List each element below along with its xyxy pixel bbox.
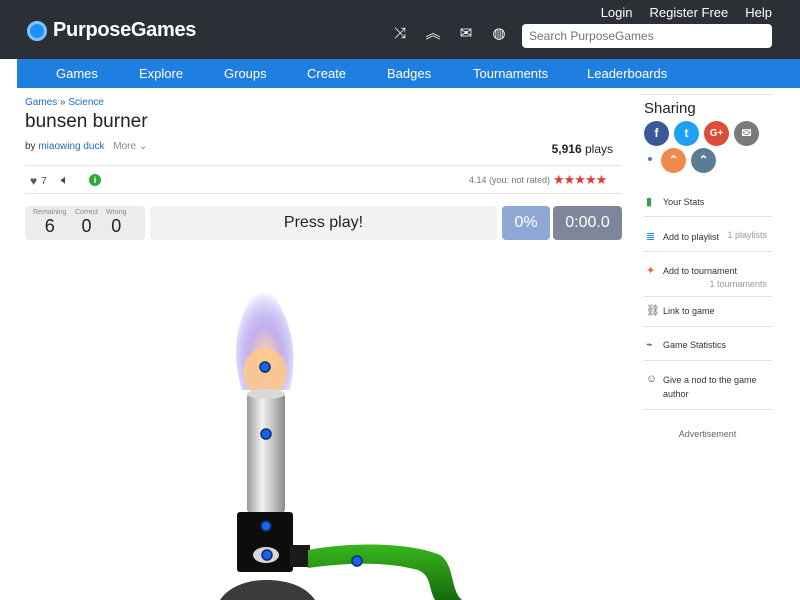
sidebar-item-your-stats[interactable]: ▮ Your Stats: [643, 195, 772, 217]
nav-tournaments[interactable]: Tournaments: [473, 66, 548, 81]
register-link[interactable]: Register Free: [650, 5, 729, 20]
chevron-down-icon: ⌄: [138, 141, 148, 152]
search-input[interactable]: [522, 24, 772, 48]
playlist-count: 1 playlists: [727, 230, 767, 240]
email-share-icon[interactable]: ✉: [734, 121, 759, 146]
heart-icon: ♥: [30, 174, 38, 188]
header-icons: ⤨ ︽ ✉ ◍: [392, 26, 507, 42]
shuffle-icon[interactable]: ⤨: [392, 26, 408, 42]
rating-text: 4.14 (you: not rated): [469, 175, 551, 185]
sidebar-item-give-nod[interactable]: ☺ Give a nod to the game author: [643, 373, 772, 410]
byline: by miaowing duck More ⌄: [25, 141, 147, 152]
facebook-share-icon[interactable]: f: [644, 121, 669, 146]
playlist-icon: ≣: [646, 231, 656, 243]
tube-top: [247, 389, 285, 399]
sidebar-item-label: Add to playlist: [663, 232, 720, 242]
embed-share-icon[interactable]: ⌃: [661, 148, 686, 173]
sidebar-item-game-statistics[interactable]: ⌁ Game Statistics: [643, 338, 772, 361]
rubber-hose: [308, 544, 462, 600]
globe-icon[interactable]: ◍: [491, 26, 507, 42]
divider: [25, 193, 622, 194]
purpose-share-icon[interactable]: ⌃: [691, 148, 716, 173]
correct-value: 0: [81, 216, 92, 236]
main-nav: Games Explore Groups Create Badges Tourn…: [17, 59, 800, 88]
label-pin-collar[interactable]: [260, 520, 272, 532]
breadcrumb-science[interactable]: Science: [68, 97, 104, 108]
remaining-value: 6: [44, 216, 55, 236]
twitter-share-icon[interactable]: t: [674, 121, 699, 146]
sharing-title: Sharing: [644, 100, 696, 117]
burner-tube: [247, 393, 285, 513]
tournament-icon: ✦: [646, 265, 656, 277]
like-button[interactable]: ♥ 7: [30, 174, 47, 188]
plays-number: 5,916: [551, 142, 582, 156]
by-label: by: [25, 141, 36, 152]
top-bar: PurposeGames ⤨ ︽ ✉ ◍ Login Register Free…: [0, 0, 800, 59]
plays-label: plays: [584, 142, 613, 156]
tournament-count: 1 tournaments: [709, 279, 767, 289]
mail-icon[interactable]: ✉: [458, 26, 474, 42]
author-link[interactable]: miaowing duck: [38, 141, 104, 152]
account-links: Login Register Free Help: [601, 5, 772, 20]
label-pin-air-hole[interactable]: [261, 549, 273, 561]
chevrons-up-icon[interactable]: ︽: [425, 26, 441, 42]
burner-base: [220, 580, 315, 600]
label-pin-hose[interactable]: [351, 555, 363, 567]
nav-badges[interactable]: Badges: [387, 66, 431, 81]
sidebar-item-label: Your Stats: [663, 197, 705, 207]
sidebar-divider: [640, 94, 772, 95]
info-icon[interactable]: i: [89, 174, 101, 186]
label-pin-tube[interactable]: [260, 428, 272, 440]
site-logo[interactable]: PurposeGames: [27, 19, 196, 42]
timer-display: 0:00.0: [553, 206, 622, 240]
sidebar-item-link-to-game[interactable]: ⛓ Link to game: [643, 304, 772, 327]
sidebar-item-add-playlist[interactable]: ≣ Add to playlist 1 playlists: [643, 230, 772, 252]
nav-games[interactable]: Games: [56, 66, 98, 81]
divider: [25, 165, 622, 166]
logo-dot-icon: [27, 20, 47, 41]
plays-count: 5,916 plays: [552, 142, 613, 156]
sidebar-item-label: Link to game: [663, 306, 715, 316]
sidebar-item-add-tournament[interactable]: ✦ Add to tournament 1 tournaments: [643, 264, 772, 297]
nav-groups[interactable]: Groups: [224, 66, 267, 81]
gas-inlet: [290, 545, 310, 567]
game-canvas[interactable]: [150, 250, 620, 600]
wrong-value: 0: [111, 216, 122, 236]
bar-chart-icon: ▮: [646, 196, 653, 208]
help-link[interactable]: Help: [745, 5, 772, 20]
rating-stars[interactable]: ★★★★★: [553, 172, 607, 188]
remaining-stat: Remaining 6: [33, 209, 66, 237]
login-link[interactable]: Login: [601, 5, 633, 20]
sidebar-item-label: Game Statistics: [663, 340, 727, 350]
correct-stat: Correct 0: [75, 209, 98, 237]
speaker-icon[interactable]: 🔈︎: [61, 172, 69, 188]
percent-display: 0%: [502, 206, 550, 240]
press-play-button[interactable]: Press play!: [150, 206, 497, 240]
wrong-label: Wrong: [106, 209, 127, 216]
smile-icon: ☺: [646, 373, 658, 385]
nav-explore[interactable]: Explore: [139, 66, 183, 81]
correct-label: Correct: [75, 209, 98, 216]
breadcrumb: Games » Science: [25, 97, 104, 108]
nav-leaderboards[interactable]: Leaderboards: [587, 66, 667, 81]
nav-create[interactable]: Create: [307, 66, 346, 81]
more-dropdown[interactable]: More ⌄: [113, 141, 147, 152]
chart-icon: ⌁: [646, 339, 653, 351]
like-count: 7: [41, 175, 47, 187]
page-title: bunsen burner: [25, 111, 148, 132]
breadcrumb-separator: »: [60, 97, 66, 108]
more-label: More: [113, 141, 137, 152]
breadcrumb-games[interactable]: Games: [25, 97, 57, 108]
label-pin-flame[interactable]: [259, 361, 271, 373]
google-plus-share-icon[interactable]: G+: [704, 121, 729, 146]
logo-text: PurposeGames: [53, 19, 197, 41]
sidebar-item-label: Add to tournament: [663, 266, 738, 276]
bullet-icon: [648, 157, 652, 161]
link-icon: ⛓: [646, 305, 660, 317]
score-panel: Remaining 6 Correct 0 Wrong 0: [25, 206, 145, 240]
remaining-label: Remaining: [33, 209, 67, 216]
advertisement-label: Advertisement: [678, 429, 737, 439]
sidebar-item-label: Give a nod to the game author: [663, 375, 757, 399]
wrong-stat: Wrong 0: [106, 209, 127, 237]
